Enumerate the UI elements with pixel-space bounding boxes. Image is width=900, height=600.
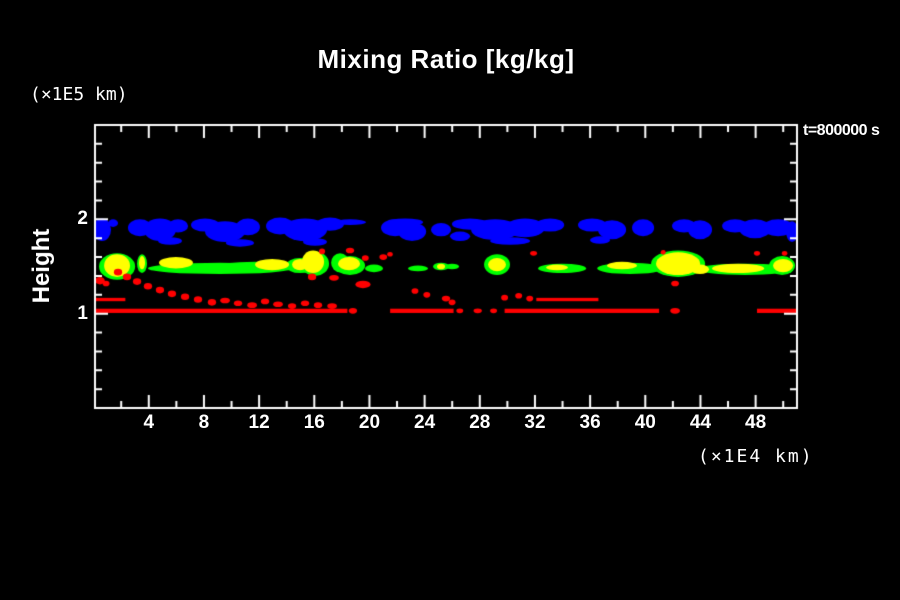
plot-canvas (0, 0, 900, 600)
x-tick-label: 28 (455, 412, 505, 434)
chart-title: Mixing Ratio [kg/kg] (95, 44, 797, 75)
x-tick-label: 20 (344, 412, 394, 434)
y-tick-label: 2 (48, 208, 88, 230)
x-tick-label: 4 (124, 412, 174, 434)
y-axis-tick-labels: 12 (48, 0, 88, 600)
x-axis-tick-labels: 4812162024283236404448 (0, 412, 900, 436)
x-tick-label: 24 (400, 412, 450, 434)
x-tick-label: 36 (565, 412, 615, 434)
x-tick-label: 16 (289, 412, 339, 434)
y-tick-label: 1 (48, 303, 88, 325)
x-tick-label: 12 (234, 412, 284, 434)
x-tick-label: 40 (620, 412, 670, 434)
x-tick-label: 44 (675, 412, 725, 434)
plot-figure: Mixing Ratio [kg/kg] (×1E5 km) t=800000 … (0, 0, 900, 600)
x-tick-label: 32 (510, 412, 560, 434)
x-tick-label: 48 (731, 412, 781, 434)
x-tick-label: 8 (179, 412, 229, 434)
x-axis-units-label: (×1E4 km) (698, 446, 814, 467)
time-annotation: t=800000 s (803, 122, 879, 140)
